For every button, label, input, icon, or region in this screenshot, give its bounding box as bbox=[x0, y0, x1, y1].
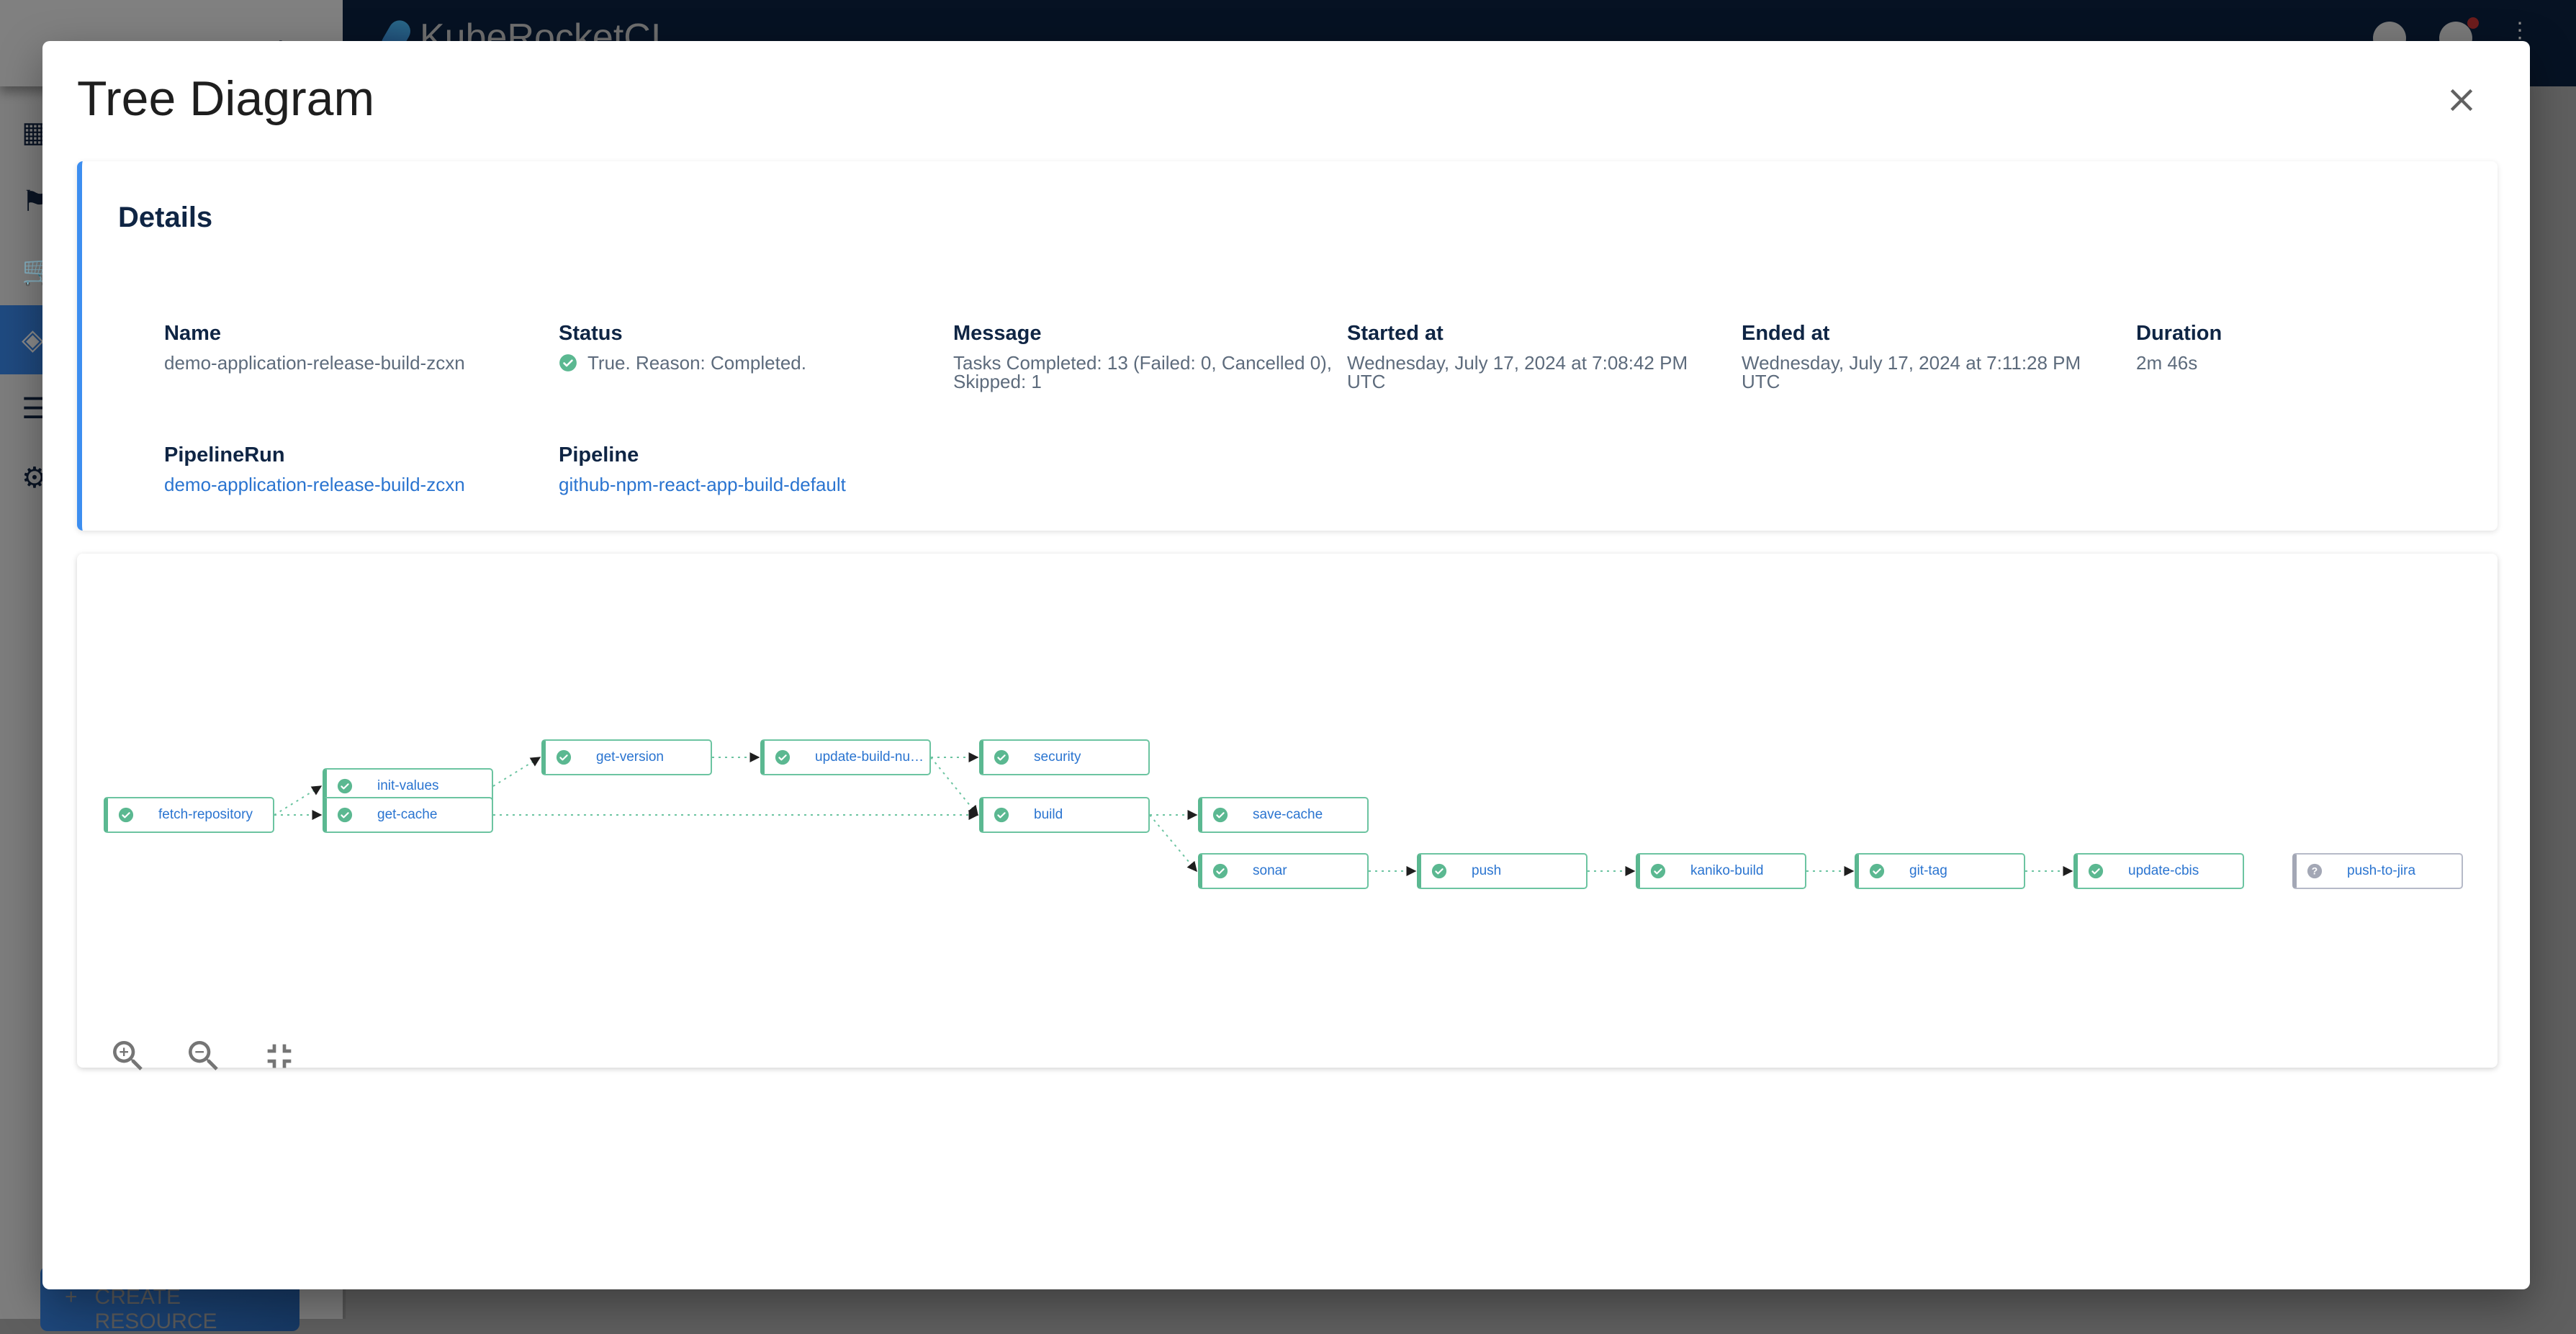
field-pipeline: Pipeline github-npm-react-app-build-defa… bbox=[559, 442, 940, 494]
field-label: Status bbox=[559, 322, 623, 345]
details-heading: Details bbox=[118, 202, 213, 233]
tree-diagram-dialog: Tree Diagram Details Name demo-applicati… bbox=[42, 41, 2530, 1289]
graph-node-fetch-repository[interactable]: fetch-repository bbox=[104, 797, 274, 833]
check-circle-icon bbox=[1650, 863, 1666, 879]
started-at-line-2: UTC bbox=[1347, 371, 1386, 392]
graph-edge-fetch-repository-to-init-values bbox=[274, 785, 323, 816]
fit-to-screen-button[interactable] bbox=[259, 1036, 300, 1076]
graph-node-label: kaniko-build bbox=[1690, 863, 1764, 878]
check-circle-icon bbox=[1431, 863, 1447, 879]
graph-node-label: update-build-num... bbox=[815, 749, 929, 765]
field-ended-at: Ended at Wednesday, July 17, 2024 at 7:1… bbox=[1742, 320, 2123, 391]
field-duration: Duration 2m 46s bbox=[2136, 320, 2518, 372]
field-label: PipelineRun bbox=[164, 443, 285, 467]
graph-node-save-cache[interactable]: save-cache bbox=[1198, 797, 1369, 833]
close-button[interactable] bbox=[2443, 81, 2480, 119]
check-circle-icon bbox=[1212, 863, 1228, 879]
field-pipelinerun: PipelineRun demo-application-release-bui… bbox=[164, 442, 546, 494]
graph-node-build[interactable]: build bbox=[979, 797, 1150, 833]
zoom-in-button[interactable] bbox=[108, 1036, 148, 1076]
field-label: Duration bbox=[2136, 322, 2223, 345]
field-message: Message Tasks Completed: 13 (Failed: 0, … bbox=[953, 320, 1335, 391]
field-value: demo-application-release-build-zcxn bbox=[164, 352, 465, 374]
notification-badge bbox=[2467, 17, 2479, 29]
check-circle-icon bbox=[2088, 863, 2104, 879]
graph-node-git-tag[interactable]: git-tag bbox=[1855, 853, 2025, 889]
field-label: Ended at bbox=[1742, 322, 1830, 345]
svg-text:?: ? bbox=[2312, 866, 2318, 877]
help-circle-icon: ? bbox=[2307, 863, 2323, 879]
check-circle-icon bbox=[775, 749, 791, 765]
graph-node-label: save-cache bbox=[1253, 807, 1323, 822]
field-label: Pipeline bbox=[559, 443, 639, 467]
graph-node-update-cbis[interactable]: update-cbis bbox=[2073, 853, 2244, 889]
graph-node-get-version[interactable]: get-version bbox=[541, 739, 712, 775]
graph-node-sonar[interactable]: sonar bbox=[1198, 853, 1369, 889]
graph-edge-init-values-to-get-version bbox=[492, 757, 541, 787]
graph-node-label: fetch-repository bbox=[158, 807, 253, 822]
fit-to-screen-icon bbox=[267, 1044, 292, 1068]
field-name: Name demo-application-release-build-zcxn bbox=[164, 320, 546, 372]
graph-node-push[interactable]: push bbox=[1417, 853, 1588, 889]
graph-node-push-to-jira[interactable]: ? push-to-jira bbox=[2292, 853, 2463, 889]
close-icon bbox=[2450, 89, 2473, 112]
graph-node-label: security bbox=[1034, 749, 1081, 765]
field-started-at: Started at Wednesday, July 17, 2024 at 7… bbox=[1347, 320, 1729, 391]
graph-node-get-cache[interactable]: get-cache bbox=[323, 797, 493, 833]
graph-node-label: sonar bbox=[1253, 863, 1287, 878]
field-value: Tasks Completed: 13 (Failed: 0, Cancelle… bbox=[953, 353, 1335, 391]
details-card: Details Name demo-application-release-bu… bbox=[77, 161, 2498, 531]
check-circle-icon bbox=[337, 807, 353, 823]
check-circle-icon bbox=[559, 354, 577, 371]
field-status: Status True. Reason: Completed. bbox=[559, 320, 940, 372]
check-circle-icon bbox=[994, 749, 1009, 765]
create-resource-label: CREATE RESOURCE bbox=[94, 1285, 217, 1333]
graph-node-kaniko-build[interactable]: kaniko-build bbox=[1636, 853, 1806, 889]
field-label: Name bbox=[164, 322, 221, 345]
graph-node-label: update-cbis bbox=[2128, 863, 2199, 878]
graph-node-label: get-version bbox=[596, 749, 664, 765]
message-line-2: Skipped: 1 bbox=[953, 371, 1042, 392]
zoom-out-button[interactable] bbox=[184, 1036, 224, 1076]
field-value: Wednesday, July 17, 2024 at 7:11:28 PM U… bbox=[1742, 353, 2123, 391]
check-circle-icon bbox=[1212, 807, 1228, 823]
started-at-line-1: Wednesday, July 17, 2024 at 7:08:42 PM bbox=[1347, 352, 1688, 374]
graph-node-label: push-to-jira bbox=[2347, 863, 2416, 878]
field-label: Message bbox=[953, 322, 1042, 345]
field-value: 2m 46s bbox=[2136, 352, 2198, 374]
graph-node-update-build-number[interactable]: update-build-num... bbox=[760, 739, 931, 775]
graph-edge-update-build-number-to-build bbox=[930, 757, 978, 816]
check-circle-icon bbox=[118, 807, 134, 823]
more-options-icon[interactable]: ⋮ bbox=[2509, 20, 2531, 42]
ended-at-line-2: UTC bbox=[1742, 371, 1780, 392]
graph-node-label: build bbox=[1034, 807, 1063, 822]
pipelinerun-link[interactable]: demo-application-release-build-zcxn bbox=[164, 475, 546, 494]
graph-edge-build-to-sonar bbox=[1149, 814, 1197, 873]
graph-node-label: get-cache bbox=[377, 807, 438, 822]
check-circle-icon bbox=[337, 778, 353, 794]
graph-node-label: init-values bbox=[377, 778, 439, 793]
pipeline-graph-canvas[interactable]: fetch-repository init-values get-version ge… bbox=[77, 554, 2498, 1071]
zoom-out-icon bbox=[189, 1041, 218, 1071]
dialog-title: Tree Diagram bbox=[77, 71, 375, 126]
check-circle-icon bbox=[1869, 863, 1885, 879]
status-text: True. Reason: Completed. bbox=[587, 352, 806, 374]
zoom-in-icon bbox=[113, 1041, 143, 1071]
message-line-1: Tasks Completed: 13 (Failed: 0, Cancelle… bbox=[953, 352, 1333, 374]
field-label: Started at bbox=[1347, 322, 1444, 345]
check-circle-icon bbox=[556, 749, 572, 765]
ended-at-line-1: Wednesday, July 17, 2024 at 7:11:28 PM bbox=[1742, 352, 2081, 374]
graph-node-label: push bbox=[1472, 863, 1502, 878]
status-value-row: True. Reason: Completed. bbox=[559, 353, 940, 372]
pipeline-link[interactable]: github-npm-react-app-build-default bbox=[559, 475, 940, 494]
graph-node-security[interactable]: security bbox=[979, 739, 1150, 775]
graph-node-label: git-tag bbox=[1909, 863, 1947, 878]
field-value: Wednesday, July 17, 2024 at 7:08:42 PM U… bbox=[1347, 353, 1729, 391]
check-circle-icon bbox=[994, 807, 1009, 823]
